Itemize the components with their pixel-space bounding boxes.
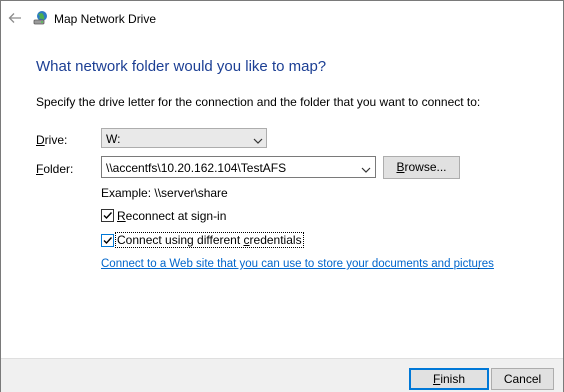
network-drive-icon xyxy=(33,10,49,26)
reconnect-label[interactable]: Reconnect at sign-in xyxy=(117,209,226,223)
folder-label: Folder: xyxy=(36,162,74,176)
checkmark-icon xyxy=(103,237,113,245)
drive-letter-value: W: xyxy=(106,132,121,146)
folder-path-value: \\accentfs\10.20.162.104\TestAFS xyxy=(106,161,287,175)
finish-button[interactable]: Finish xyxy=(409,368,489,390)
web-site-link[interactable]: Connect to a Web site that you can use t… xyxy=(101,258,494,270)
example-text: Example: \\server\share xyxy=(101,186,228,200)
folder-combobox[interactable]: \\accentfs\10.20.162.104\TestAFS xyxy=(101,156,376,178)
chevron-down-icon xyxy=(253,134,263,144)
page-heading: What network folder would you like to ma… xyxy=(36,58,327,75)
chevron-down-icon[interactable] xyxy=(361,163,371,173)
dialog-footer: Finish Cancel xyxy=(1,358,563,392)
back-arrow-icon[interactable] xyxy=(7,10,23,26)
map-network-drive-dialog: Map Network Drive What network folder wo… xyxy=(0,0,564,392)
checkmark-icon xyxy=(103,212,113,220)
different-credentials-checkbox[interactable] xyxy=(101,234,114,247)
title-bar: Map Network Drive xyxy=(1,1,563,35)
reconnect-checkbox[interactable] xyxy=(101,209,114,222)
link-suffix: . xyxy=(477,258,481,272)
browse-button[interactable]: Browse... xyxy=(383,156,460,179)
different-credentials-label[interactable]: Connect using different credentials xyxy=(115,232,304,248)
cancel-button[interactable]: Cancel xyxy=(491,368,554,390)
drive-label: Drive: xyxy=(36,133,68,147)
instruction-text: Specify the drive letter for the connect… xyxy=(36,95,481,109)
window-title: Map Network Drive xyxy=(54,12,157,26)
drive-letter-select[interactable]: W: xyxy=(101,128,267,148)
